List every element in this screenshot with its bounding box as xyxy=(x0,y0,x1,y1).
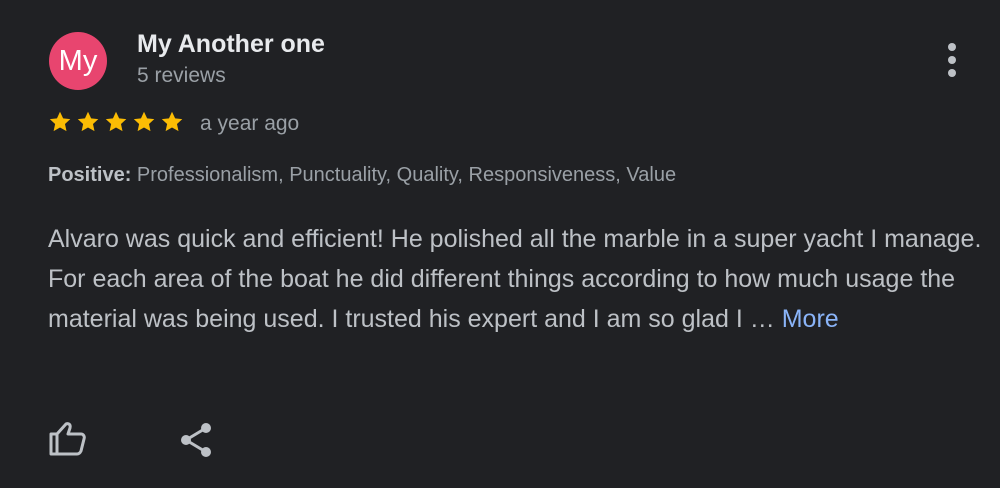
more-vert-icon xyxy=(948,43,956,51)
author-name[interactable]: My Another one xyxy=(137,30,325,59)
share-button[interactable] xyxy=(177,420,217,460)
star-icon xyxy=(49,111,71,132)
more-link[interactable]: More xyxy=(782,305,839,333)
more-options-button[interactable] xyxy=(936,40,968,80)
star-icon xyxy=(77,111,99,132)
review-time: a year ago xyxy=(200,112,300,135)
positive-values: Professionalism, Punctuality, Quality, R… xyxy=(136,164,677,186)
star-icon xyxy=(161,111,183,132)
positive-label: Positive: xyxy=(48,164,132,186)
review-body: Alvaro was quick and efficient! He polis… xyxy=(48,225,982,333)
like-button[interactable] xyxy=(46,420,88,458)
review-text: Alvaro was quick and efficient! He polis… xyxy=(48,219,983,339)
star-rating xyxy=(47,109,185,139)
thumb-up-icon xyxy=(49,422,86,456)
reviews-count: 5 reviews xyxy=(137,64,226,87)
avatar[interactable]: My xyxy=(49,32,107,90)
positive-attributes: Positive: Professionalism, Punctuality, … xyxy=(48,164,676,187)
share-icon xyxy=(181,423,211,457)
star-icon xyxy=(105,111,127,132)
review-card: My My Another one 5 reviews a year ago P… xyxy=(0,0,1000,488)
star-icon xyxy=(133,111,155,132)
more-vert-icon-dot xyxy=(948,56,956,64)
more-vert-icon-dot xyxy=(948,69,956,77)
